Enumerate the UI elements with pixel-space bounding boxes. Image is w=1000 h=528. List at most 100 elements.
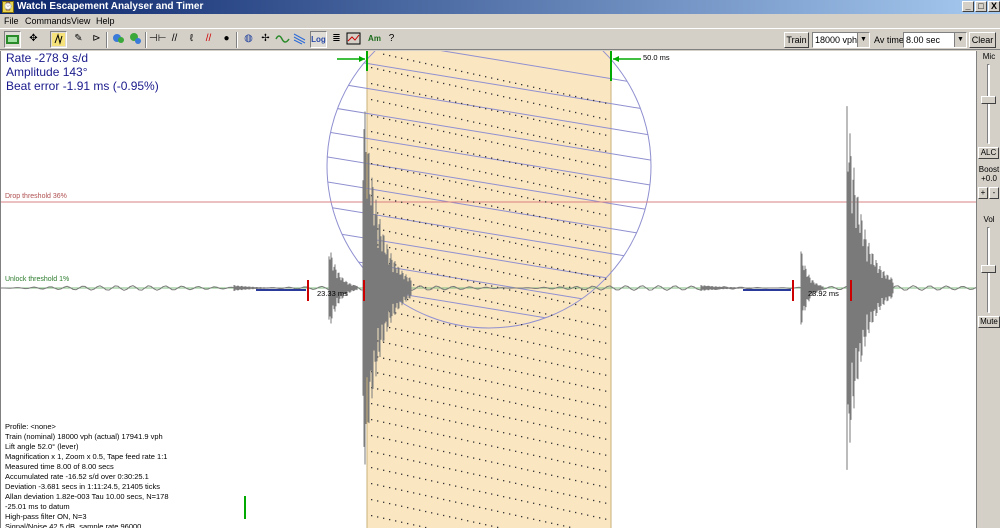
- scope-display[interactable]: Rate -278.9 s/d Amplitude 143° Beat erro…: [0, 51, 976, 528]
- log-icon[interactable]: Log: [310, 31, 327, 48]
- tape-dot: [587, 210, 589, 212]
- tape-dot: [539, 439, 541, 442]
- settings-alt-icon[interactable]: [127, 31, 144, 48]
- vol-slider-thumb[interactable]: [981, 265, 996, 273]
- mic-slider-thumb[interactable]: [981, 96, 996, 104]
- close-button[interactable]: X: [988, 1, 1000, 12]
- tape-dot: [605, 278, 607, 280]
- tape-dot: [455, 149, 457, 151]
- signal-icon[interactable]: [50, 31, 67, 48]
- tape-dot: [551, 458, 553, 460]
- tape-dot: [497, 174, 499, 177]
- tape-dot: [383, 117, 385, 119]
- tape-dot: [431, 448, 433, 450]
- chart-icon[interactable]: [345, 31, 362, 48]
- tape-dot: [593, 387, 595, 390]
- help-icon[interactable]: ?: [383, 31, 400, 48]
- mic-slider-track[interactable]: [987, 64, 990, 144]
- menu-help[interactable]: Help: [96, 14, 115, 28]
- tape-dot: [599, 101, 601, 103]
- tape-dot: [395, 408, 397, 410]
- tape-dot: [515, 130, 517, 132]
- tape-dot: [503, 304, 505, 306]
- clear-button[interactable]: Clear: [969, 32, 996, 48]
- menu-file[interactable]: File: [4, 14, 19, 28]
- tape-dot: [539, 167, 541, 170]
- tape-dot: [371, 435, 373, 437]
- tape-dot: [587, 146, 589, 148]
- tape-dot: [605, 246, 607, 248]
- tape-dot: [509, 433, 511, 435]
- tape-dot: [449, 164, 451, 166]
- waterfall-icon[interactable]: [291, 31, 308, 48]
- tape-dot: [449, 420, 451, 422]
- crosshair-icon[interactable]: ✢: [257, 31, 274, 48]
- tape-dot: [503, 112, 505, 114]
- tape-dot: [557, 171, 559, 174]
- menu-commands[interactable]: Commands: [25, 14, 71, 28]
- tape-dot: [401, 217, 403, 219]
- filter-icon[interactable]: ⊳: [88, 31, 105, 48]
- tape-dot: [599, 149, 601, 151]
- chevron-down-icon[interactable]: ▼: [857, 33, 869, 47]
- settings-icon[interactable]: [110, 31, 127, 48]
- tape-dot: [491, 397, 493, 399]
- tape-dot: [569, 254, 571, 256]
- tape-dot: [503, 336, 505, 338]
- tape-dot: [443, 338, 445, 341]
- minimize-button[interactable]: _: [962, 1, 974, 12]
- tape-dot: [551, 522, 553, 524]
- tape-dot: [545, 265, 547, 267]
- tape-dot: [443, 114, 445, 117]
- drop-icon[interactable]: ●: [218, 31, 235, 48]
- tape-dot: [599, 357, 601, 359]
- lines-icon[interactable]: ≣: [328, 31, 345, 48]
- tape-dot: [377, 196, 379, 198]
- pencil-icon[interactable]: ✎: [70, 31, 87, 48]
- train-button[interactable]: Train: [784, 32, 809, 48]
- tape-dot: [515, 498, 517, 500]
- mute-button[interactable]: Mute: [978, 316, 1000, 328]
- slash-icon[interactable]: //: [166, 31, 183, 48]
- menu-view[interactable]: View: [71, 14, 90, 28]
- boost-minus-button[interactable]: -: [989, 187, 999, 199]
- tape-dot: [563, 525, 565, 527]
- tape-dot: [455, 181, 457, 183]
- alc-button[interactable]: ALC: [978, 147, 999, 159]
- tape-dot: [587, 354, 589, 356]
- tape-dot: [539, 343, 541, 346]
- app-icon[interactable]: ⌚: [2, 1, 14, 13]
- globe-icon[interactable]: ◍: [240, 31, 257, 48]
- tape-dot: [473, 281, 475, 283]
- av-time-label: Av time: [874, 35, 904, 45]
- wave-icon[interactable]: [274, 31, 291, 48]
- tape-dot: [467, 376, 469, 378]
- red-slash-icon[interactable]: //: [200, 31, 217, 48]
- run-icon[interactable]: [4, 31, 21, 48]
- maximize-button[interactable]: □: [975, 1, 987, 12]
- tape-dot: [473, 489, 475, 491]
- tape-dot: [431, 176, 433, 178]
- tape-dot: [473, 185, 475, 187]
- tape-dot: [467, 504, 469, 506]
- tick-label-1: 23.33 ms: [317, 289, 348, 298]
- bph-select[interactable]: 18000 vph ▼: [812, 32, 870, 48]
- tape-dot: [491, 349, 493, 351]
- tape-dot: [491, 141, 493, 143]
- boost-plus-button[interactable]: +: [978, 187, 988, 199]
- amplitude-icon[interactable]: Am: [366, 31, 383, 48]
- av-time-select[interactable]: 8.00 sec ▼: [903, 32, 967, 48]
- tape-dot: [503, 432, 505, 434]
- tape-dot: [443, 450, 445, 453]
- move-icon[interactable]: ✥: [25, 31, 42, 48]
- tape-dot: [509, 97, 511, 99]
- tape-dot: [497, 126, 499, 129]
- tape-dot: [593, 323, 595, 326]
- tape-dot: [587, 274, 589, 276]
- tape-dot: [581, 129, 583, 131]
- chevron-down-icon[interactable]: ▼: [954, 33, 966, 47]
- tape-dot: [413, 524, 415, 526]
- tape-dot: [521, 356, 523, 358]
- pen-icon[interactable]: ℓ: [183, 31, 200, 48]
- align-icon[interactable]: ⊣⊢: [149, 31, 166, 48]
